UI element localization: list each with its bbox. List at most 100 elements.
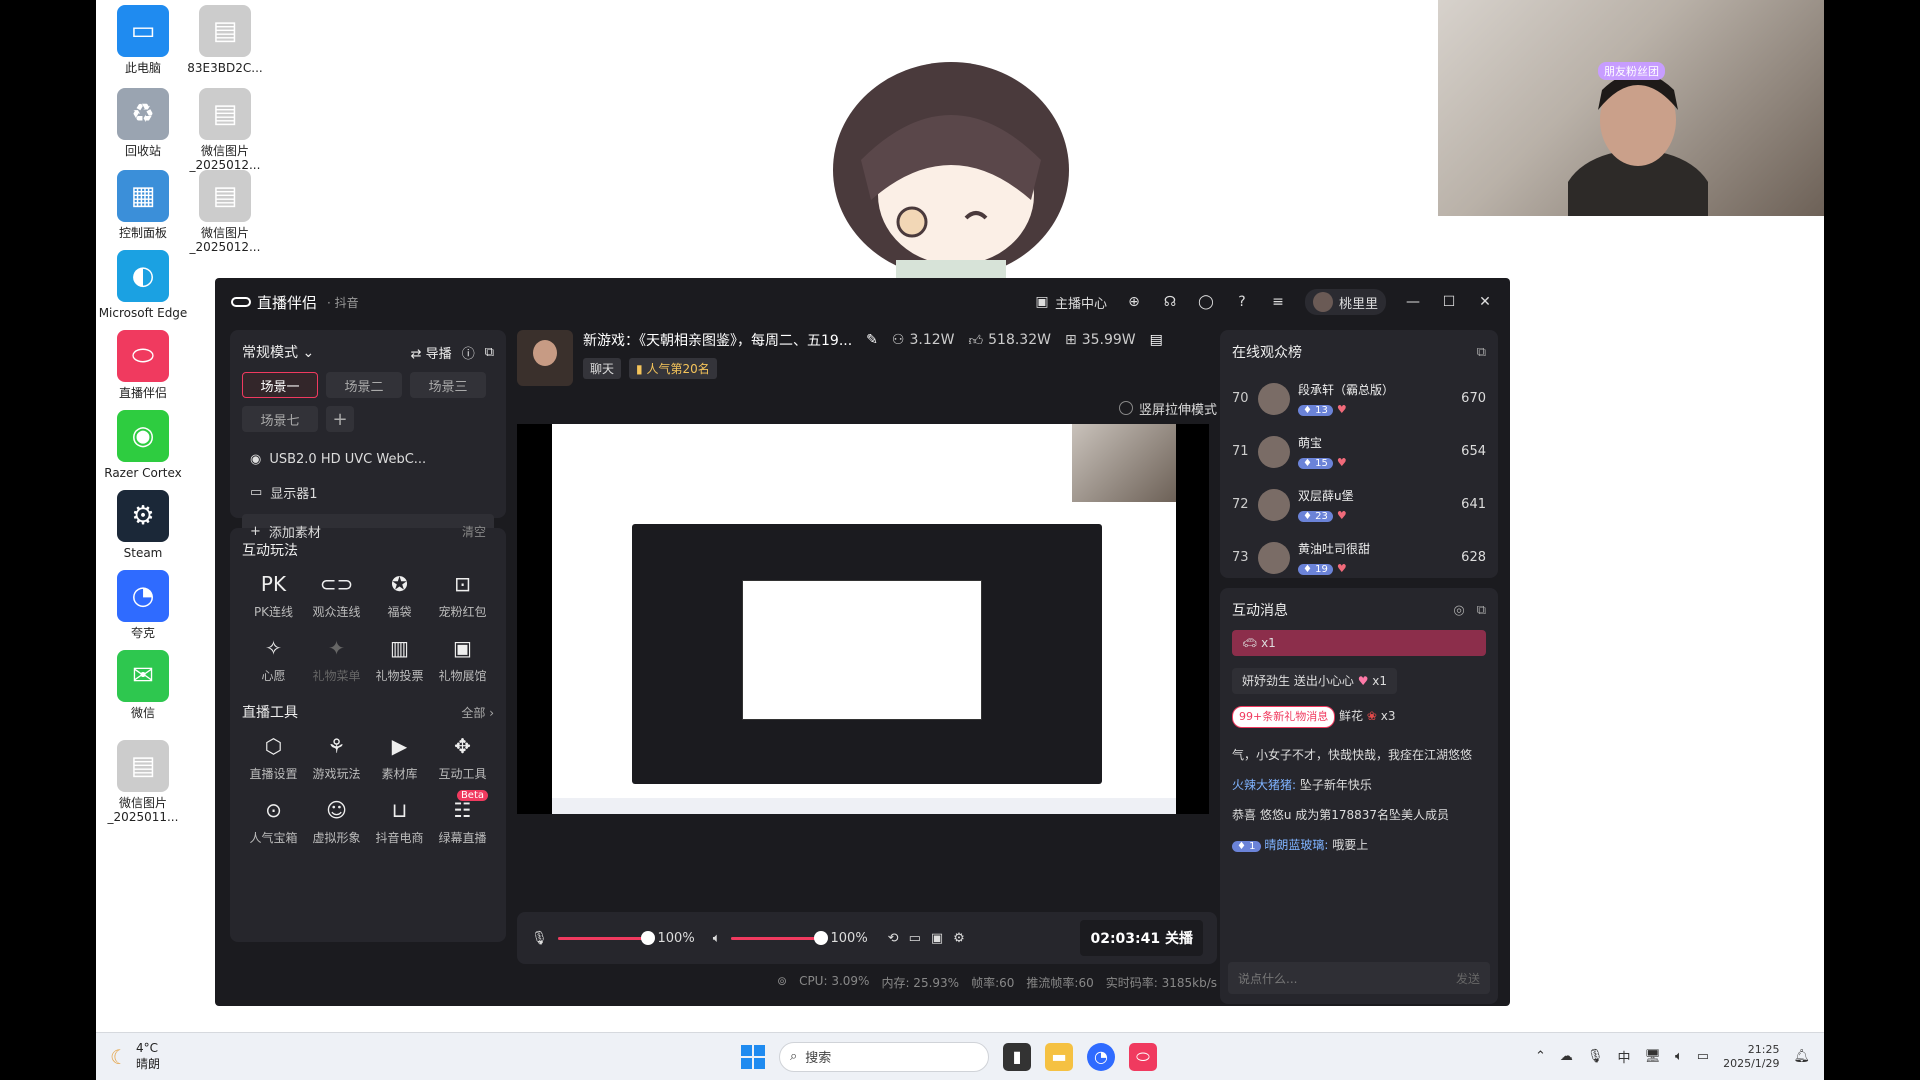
edit-icon[interactable]: ✎ [866,332,878,348]
desktop-icon[interactable]: ▦ 控制面板 [98,170,188,240]
desktop-icon[interactable]: ⚙ Steam [98,490,188,560]
speaker-volume-slider[interactable] [730,930,828,945]
tool-avatar[interactable]: ☺ 虚拟形象 [305,796,368,846]
file-explorer-icon[interactable]: ▬ [1045,1042,1073,1071]
desktop-icon[interactable]: ◔ 夸克 [98,570,188,640]
message-icon[interactable]: ◯ [1197,293,1215,311]
mic-tray-icon[interactable]: 🎙︎ [1587,1049,1604,1064]
mic-volume-slider[interactable] [557,930,655,945]
note-icon[interactable]: ▤ [1150,332,1163,348]
tool-ecommerce[interactable]: ⊔ 抖音电商 [368,796,431,846]
battery-icon[interactable]: ▭ [1697,1049,1709,1064]
close-icon[interactable]: ✕ [1476,293,1494,311]
mode-select[interactable]: 常规模式 ⌄ [242,342,314,362]
portrait-mode-toggle[interactable]: 竖屏拉伸模式 [517,398,1217,418]
mic-volume-knob[interactable] [640,930,655,945]
notification-icon[interactable]: 🔔︎ [1793,1049,1810,1064]
volume-icon[interactable]: 🔈︎ [1675,1049,1683,1064]
scene-tab[interactable]: 场景一 [242,372,318,398]
help-icon[interactable]: ? [1233,293,1251,311]
rotate-icon[interactable]: ⟲ [888,931,899,946]
stream-avatar[interactable] [517,330,573,386]
chevron-up-icon[interactable]: ⌃ [1535,1049,1546,1064]
right-panel: 在线观众榜 ⧉ 70 段承轩（霸总版） ♦ 13 ♥ 670 71 萌宝 ♦ 15 ♥ 654 72… [1220,330,1498,1004]
send-button[interactable]: 发送 [1456,970,1480,987]
upload-icon[interactable]: ⊕ [1125,293,1143,311]
settings-gear-icon[interactable]: ⚙ [953,931,965,946]
desktop-icon[interactable]: ◐ Microsoft Edge [98,250,188,320]
tool-game-play[interactable]: ⚘ 游戏玩法 [305,732,368,782]
desktop-icon[interactable]: ▭ 此电脑 [98,5,188,75]
mic-icon[interactable]: 🎙︎ [531,931,548,946]
live-companion-taskbar-icon[interactable]: ⬭ [1129,1042,1157,1071]
tool-wish[interactable]: ✧ 心愿 [242,634,305,684]
scene-tab[interactable]: 场景七 [242,406,318,432]
menu-icon[interactable]: ≡ [1269,293,1287,311]
help-circle-icon[interactable]: ⓘ [462,343,475,362]
speaker-volume-knob[interactable] [813,930,828,945]
popout-icon[interactable]: ⧉ [1477,345,1486,360]
desktop-icon[interactable]: ▤ 83E3BD2C... [180,5,270,75]
tools-all-link[interactable]: 全部 › [461,704,494,721]
anchor-center-button[interactable]: ▣ 主播中心 [1033,293,1107,312]
interactive-grid: PK PK连线 ⊂⊃ 观众连线 ✪ 福袋 ⊡ 宠粉红包 ✧ 心愿 ✦ 礼物菜单 ▥ 礼物投票 ▣ 礼物展馆 [242,570,494,684]
popout-icon[interactable]: ⧉ [1477,603,1486,618]
user-chip[interactable]: 桃里里 [1304,289,1386,315]
speaker-mute-icon[interactable]: 🔈︎ [713,931,721,946]
tool-audience-link[interactable]: ⊂⊃ 观众连线 [305,570,368,620]
tool-red-packet[interactable]: ⊡ 宠粉红包 [431,570,494,620]
tool-gift-vote[interactable]: ▥ 礼物投票 [368,634,431,684]
rank-tag[interactable]: ▮ 人气第20名 [629,358,717,379]
network-icon[interactable]: 🖥︎ [1644,1049,1661,1064]
chat-input[interactable]: 说点什么... 发送 [1228,962,1490,994]
tool-gift-hall[interactable]: ▣ 礼物展馆 [431,634,494,684]
tool-interactive-tool[interactable]: ✥ 互动工具 [431,732,494,782]
taskbar-search[interactable]: ⌕ 搜索 [779,1041,989,1072]
scene-tab[interactable]: 场景二 [326,372,402,398]
stream-preview[interactable] [517,424,1209,814]
clear-button[interactable]: 清空 [462,523,486,540]
headset-icon[interactable]: ☊ [1161,293,1179,311]
desktop-icon[interactable]: ▤ 微信图片_2025012... [180,88,270,172]
source-webcam[interactable]: ◉ USB2.0 HD UVC WebC... [242,444,494,475]
screen-mirror-icon[interactable]: ▭ [909,931,921,946]
viewer-avatar [1258,541,1290,574]
guide-button[interactable]: ⇄ 导播 [411,343,452,362]
desktop-icon[interactable]: ▤ 微信图片_2025011... [98,740,188,824]
desktop-icon[interactable]: ✉ 微信 [98,650,188,720]
source-display[interactable]: ▭ 显示器1 [242,475,494,510]
minimize-icon[interactable]: — [1404,293,1422,311]
weather-widget[interactable]: ☾ 4°C 晴朗 [110,1041,160,1072]
desktop-icon[interactable]: ⬭ 直播伴侣 [98,330,188,400]
ime-indicator[interactable]: 中 [1617,1047,1630,1066]
start-icon[interactable] [741,1044,765,1069]
clock[interactable]: 21:25 2025/1/29 [1723,1043,1779,1071]
tool-green-screen[interactable]: ☷ 绿幕直播 Beta [431,790,494,846]
category-tag[interactable]: 聊天 [583,358,622,379]
add-scene-button[interactable]: + [326,406,354,432]
quark-taskbar-icon[interactable]: ◔ [1087,1042,1115,1071]
tool-treasure-box[interactable]: ⊙ 人气宝箱 [242,796,305,846]
portrait-mode-radio[interactable] [1118,401,1133,415]
rank-row[interactable]: 73 黄油吐司很甜 ♦ 19 ♥ 628 [1232,531,1486,584]
rank-row[interactable]: 70 段承轩（霸总版） ♦ 13 ♥ 670 [1232,372,1486,425]
record-icon[interactable]: ▣ [931,931,943,946]
rank-row[interactable]: 71 萌宝 ♦ 15 ♥ 654 [1232,425,1486,478]
task-view-icon[interactable]: ▮ [1003,1042,1031,1071]
settings-icon[interactable]: ◎ [1453,603,1464,618]
tool-pk[interactable]: PK PK连线 [242,570,305,620]
tool-material-library[interactable]: ▶ 素材库 [368,732,431,782]
rank-row[interactable]: 72 双层薛u堡 ♦ 23 ♥ 641 [1232,478,1486,531]
new-gift-badge[interactable]: 99+条新礼物消息 [1232,706,1336,728]
end-stream-button[interactable]: 02:03:41 关播 [1080,920,1203,956]
tool-settings[interactable]: ⬡ 直播设置 [242,732,305,782]
tool-lucky-bag[interactable]: ✪ 福袋 [368,570,431,620]
desktop-icon[interactable]: ♻ 回收站 [98,88,188,158]
desktop-icon[interactable]: ◉ Razer Cortex [98,410,188,480]
maximize-icon[interactable]: ☐ [1440,293,1458,311]
tool-gift-menu[interactable]: ✦ 礼物菜单 [305,634,368,684]
popout-icon[interactable]: ⧉ [485,345,494,360]
scene-tab[interactable]: 场景三 [410,372,486,398]
cloud-icon[interactable]: ☁ [1560,1049,1573,1064]
desktop-icon[interactable]: ▤ 微信图片_2025012... [180,170,270,254]
